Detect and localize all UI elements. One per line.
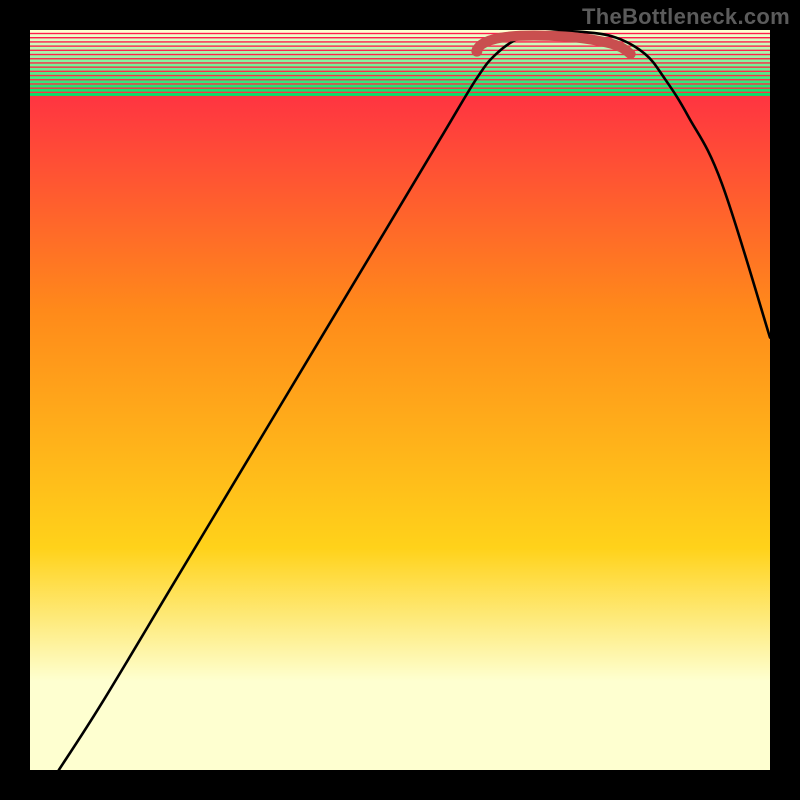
gradient-background [30,30,770,770]
chart-svg [0,0,800,800]
chart-container: TheBottleneck.com [0,0,800,800]
watermark-text: TheBottleneck.com [582,4,790,30]
marker-dot [471,46,482,57]
